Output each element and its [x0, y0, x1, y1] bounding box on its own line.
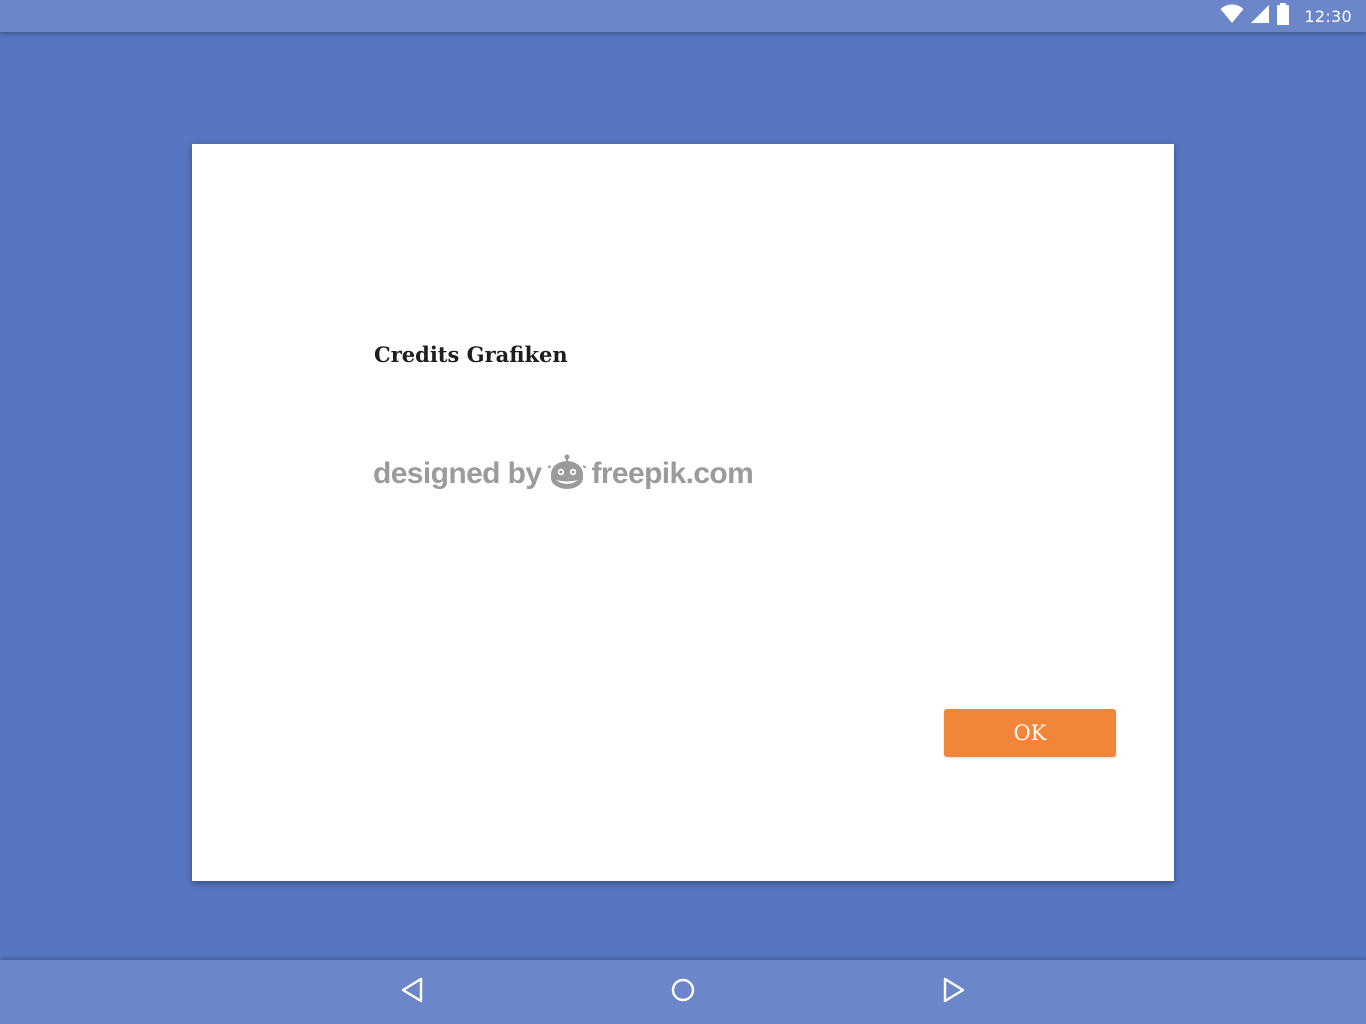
cell-signal-icon	[1250, 4, 1270, 28]
home-button[interactable]	[653, 960, 713, 1024]
navigation-bar	[0, 960, 1366, 1024]
ok-button[interactable]: OK	[944, 709, 1116, 757]
credits-dialog: Credits Grafiken designed by freepik.com…	[192, 144, 1174, 881]
credit-prefix: designed by	[373, 457, 542, 490]
battery-icon	[1276, 3, 1290, 29]
status-time: 12:30	[1304, 6, 1352, 26]
back-icon	[400, 977, 424, 1007]
recents-icon	[942, 977, 966, 1007]
dialog-title: Credits Grafiken	[374, 342, 568, 367]
wifi-icon	[1220, 4, 1244, 28]
forward-button[interactable]	[924, 960, 984, 1024]
credit-brand: freepik.com	[591, 457, 754, 490]
freepik-mascot-icon	[547, 452, 587, 492]
back-button[interactable]	[382, 960, 442, 1024]
home-icon	[670, 977, 696, 1007]
status-icons: 12:30	[1220, 0, 1352, 32]
freepik-credit-logo: designed by freepik.com	[373, 452, 754, 496]
status-bar: 12:30	[0, 0, 1366, 32]
